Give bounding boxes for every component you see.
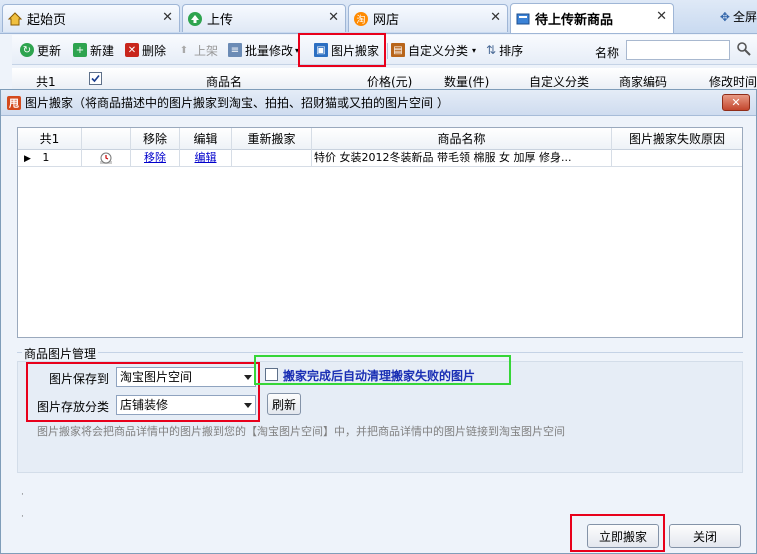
custom-category-label: 自定义分类 (408, 43, 469, 58)
column-price[interactable]: 价格(元) (367, 73, 412, 90)
row-remove-again-cell (232, 150, 312, 167)
close-button[interactable]: 关闭 (669, 524, 741, 548)
name-label: 名称 (595, 46, 620, 60)
tab-label: 上传 (207, 13, 234, 28)
search-icon[interactable] (736, 41, 752, 60)
toolbar-separator (387, 43, 388, 59)
svg-text:淘: 淘 (356, 13, 365, 25)
column-modified-time[interactable]: 修改时间 (709, 73, 757, 90)
fullscreen-label: 全屏 (732, 10, 757, 24)
image-move-dialog: 甩 图片搬家（将商品描述中的图片搬家到淘宝、拍拍、招财猫或又拍的图片空间 ） ✕… (0, 89, 757, 554)
dot-decoration: · (21, 490, 24, 500)
dialog-title: 图片搬家（将商品描述中的图片搬家到淘宝、拍拍、招财猫或又拍的图片空间 ） (25, 96, 449, 110)
app-logo-icon: 甩 (7, 95, 21, 110)
refresh-category-button[interactable]: 刷新 (267, 393, 301, 415)
delete-icon: ✕ (125, 43, 139, 57)
dialog-titlebar: 甩 图片搬家（将商品描述中的图片搬家到淘宝、拍拍、招财猫或又拍的图片空间 ） ✕ (1, 90, 756, 116)
taobao-icon: 淘 (353, 11, 369, 27)
dot-decoration: · (21, 512, 24, 522)
header-remove-again[interactable]: 重新搬家 (232, 128, 312, 150)
close-icon[interactable]: ✕ (656, 9, 667, 24)
close-icon[interactable]: ✕ (162, 10, 173, 25)
sort-label: 排序 (499, 43, 524, 58)
row-product-name: 特价 女装2012冬装新品 带毛领 棉服 女 加厚 修身... (312, 150, 612, 167)
new-button[interactable]: + 新建 (73, 39, 114, 61)
list-button[interactable]: ⬆ 上架 (177, 39, 218, 61)
batch-edit-button[interactable]: ≡ 批量修改 ▾ (228, 39, 299, 61)
custom-category-button[interactable]: ▤ 自定义分类 ▾ (391, 39, 476, 61)
row-remove-cell: 移除 (131, 150, 180, 167)
header-count: 共1 (18, 128, 82, 150)
table-row[interactable]: ▶ 1 移除 编辑 特价 女装2012冬装新品 带毛领 棉服 女 加厚 修身..… (18, 150, 742, 167)
dialog-close-icon[interactable]: ✕ (722, 94, 750, 111)
plus-icon: + (73, 43, 87, 57)
tab-upload[interactable]: 上传 ✕ (182, 4, 346, 32)
tab-label: 网店 (373, 13, 400, 28)
tab-shop[interactable]: 淘 网店 ✕ (348, 4, 508, 32)
tab-bar: 起始页 ✕ 上传 ✕ 淘 网店 ✕ 待上传新商品 ✕ ✥ 全屏 (0, 0, 757, 34)
header-edit[interactable]: 编辑 (180, 128, 232, 150)
new-label: 新建 (90, 43, 115, 58)
refresh-label: 更新 (37, 43, 62, 58)
delete-label: 删除 (142, 43, 167, 58)
tab-home[interactable]: 起始页 ✕ (2, 4, 180, 32)
highlight-image-settings (26, 362, 260, 422)
move-icon: ✥ (719, 9, 730, 24)
sort-button[interactable]: ⇅ 排序 (486, 39, 523, 61)
column-product-name[interactable]: 商品名 (206, 73, 242, 90)
column-custom-category[interactable]: 自定义分类 (529, 73, 589, 90)
up-arrow-icon: ⬆ (179, 44, 189, 56)
upload-icon (187, 11, 203, 27)
batch-edit-icon: ≡ (228, 43, 242, 57)
row-status-cell (82, 150, 131, 167)
dropdown-arrow-icon[interactable]: ▾ (472, 46, 476, 55)
image-move-table: 共1 移除 编辑 重新搬家 商品名称 图片搬家失败原因 ▶ 1 移除 编辑 特价… (17, 127, 743, 338)
sort-icon: ⇅ (486, 43, 497, 57)
tab-pending-products[interactable]: 待上传新商品 ✕ (510, 3, 674, 33)
products-icon (515, 11, 531, 27)
header-product-name[interactable]: 商品名称 (312, 128, 612, 150)
category-icon: ▤ (391, 43, 405, 57)
grid-count: 共1 (36, 75, 56, 89)
select-all-checkbox[interactable] (89, 72, 102, 88)
edit-link[interactable]: 编辑 (195, 151, 217, 164)
delete-button[interactable]: ✕ 删除 (125, 39, 166, 61)
batch-edit-label: 批量修改 (245, 43, 294, 58)
highlight-image-move (298, 33, 386, 67)
refresh-icon: ↻ (20, 43, 34, 57)
highlight-auto-clean (254, 355, 511, 385)
row-pointer-icon: ▶ (24, 154, 31, 164)
header-status (82, 128, 131, 150)
header-fail-reason[interactable]: 图片搬家失败原因 (612, 128, 742, 150)
tab-label: 待上传新商品 (535, 13, 614, 28)
home-icon (7, 11, 23, 27)
highlight-move-now (570, 514, 665, 552)
column-quantity[interactable]: 数量(件) (444, 73, 489, 90)
pending-clock-icon (100, 152, 112, 164)
close-icon[interactable]: ✕ (490, 10, 501, 25)
row-fail-reason (612, 150, 742, 167)
table-header: 共1 移除 编辑 重新搬家 商品名称 图片搬家失败原因 (18, 128, 742, 150)
close-icon[interactable]: ✕ (328, 10, 339, 25)
hint-text: 图片搬家将会把商品详情中的图片搬到您的【淘宝图片空间】中，并把商品详情中的图片链… (37, 425, 565, 438)
group-title: 商品图片管理 (22, 345, 99, 362)
row-index: 1 (42, 151, 50, 164)
name-search-input[interactable] (626, 40, 730, 60)
row-edit-cell: 编辑 (180, 150, 232, 167)
row-indicator: ▶ 1 (18, 150, 82, 167)
header-remove[interactable]: 移除 (131, 128, 180, 150)
list-label: 上架 (194, 43, 219, 58)
remove-link[interactable]: 移除 (144, 151, 166, 164)
refresh-button[interactable]: ↻ 更新 (20, 39, 61, 61)
tab-label: 起始页 (27, 13, 67, 28)
column-seller-code[interactable]: 商家编码 (619, 73, 667, 90)
fullscreen-button[interactable]: ✥ 全屏 (720, 8, 757, 25)
